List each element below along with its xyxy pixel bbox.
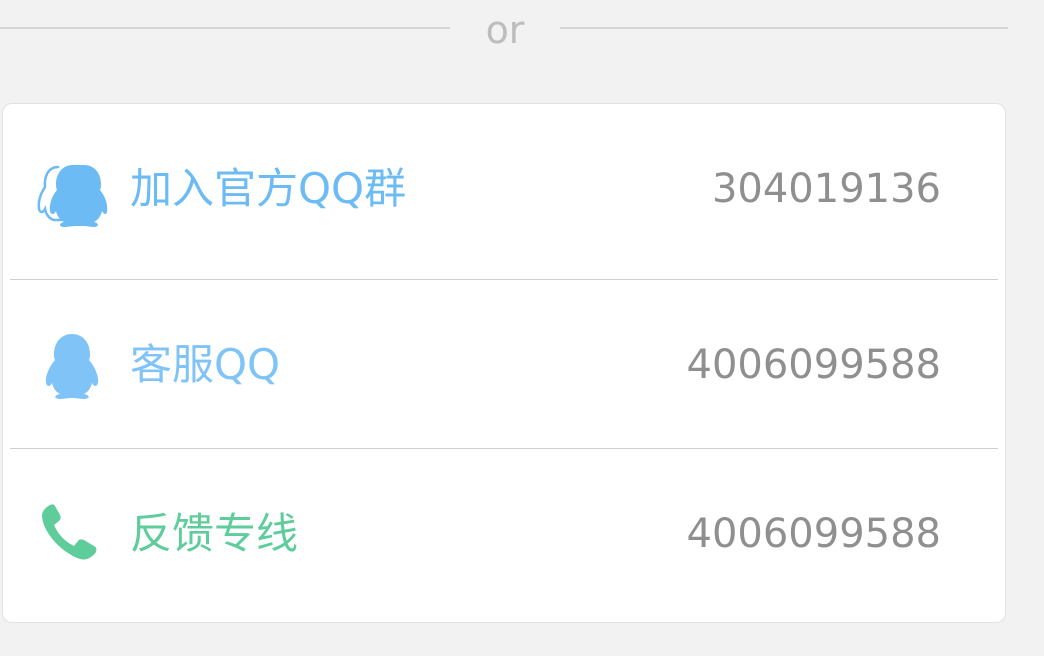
qq-group-icon <box>36 159 108 231</box>
qq-icon <box>36 330 108 402</box>
contact-row-qq-service[interactable]: 客服QQ 4006099588 <box>3 280 1005 450</box>
divider-line-right <box>560 27 1008 29</box>
contact-label-qq-group: 加入官方QQ群 <box>130 164 407 213</box>
contact-label-feedback-line: 反馈专线 <box>130 509 299 558</box>
contact-card: 加入官方QQ群 304019136 客服QQ 4006099588 反馈专线 4… <box>2 103 1006 623</box>
contact-value-qq-group: 304019136 <box>711 166 941 212</box>
contact-value-qq-service: 4006099588 <box>686 342 942 388</box>
or-divider: or <box>0 0 1010 60</box>
contact-label-qq-service: 客服QQ <box>130 340 281 389</box>
contact-row-qq-group[interactable]: 加入官方QQ群 304019136 <box>3 104 1005 274</box>
divider-text: or <box>485 8 525 52</box>
contact-value-feedback-line: 4006099588 <box>686 511 942 557</box>
phone-icon <box>36 497 108 569</box>
divider-line-left <box>0 27 450 29</box>
contact-row-feedback-line[interactable]: 反馈专线 4006099588 <box>3 449 1005 619</box>
